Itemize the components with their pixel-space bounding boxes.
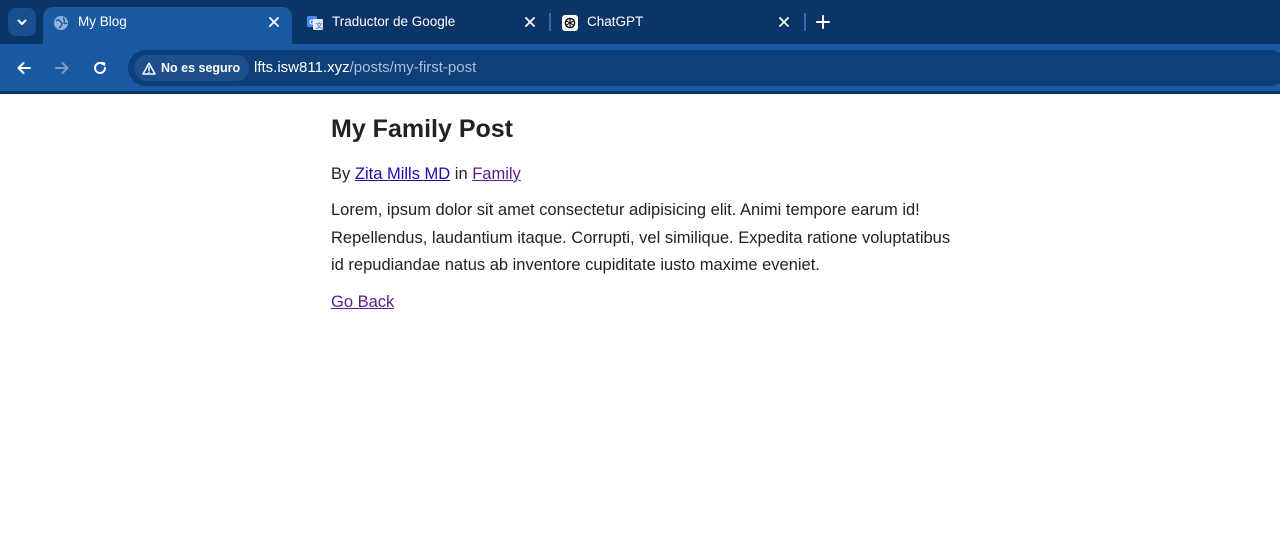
chatgpt-icon <box>562 15 578 31</box>
plus-icon <box>816 15 830 29</box>
toolbar-divider <box>0 91 1280 94</box>
close-tab-button[interactable] <box>776 14 792 30</box>
post-byline: By Zita Mills MD in Family <box>331 163 971 185</box>
svg-text:G: G <box>309 20 315 27</box>
reload-icon <box>94 61 106 74</box>
category-link[interactable]: Family <box>472 165 521 183</box>
close-tab-button[interactable] <box>266 14 282 30</box>
new-tab-button[interactable] <box>813 12 833 32</box>
tab-chatgpt[interactable]: ChatGPT <box>552 7 801 44</box>
tab-search-button[interactable] <box>8 8 36 36</box>
post-body: Lorem, ipsum dolor sit amet consectetur … <box>331 201 951 274</box>
tab-traductor-de-google[interactable]: G 文 Traductor de Google <box>297 7 546 44</box>
tab-title: ChatGPT <box>587 14 644 29</box>
tab-separator <box>804 13 806 31</box>
go-back-container: Go Back <box>331 291 971 313</box>
reload-button[interactable] <box>89 57 111 79</box>
browser-toolbar: No es seguro lfts.isw811.xyz/posts/my-fi… <box>0 44 1280 93</box>
by-label: By <box>331 165 351 183</box>
security-indicator[interactable]: No es seguro <box>134 55 250 81</box>
post-content: My Family Post By Zita Mills MD in Famil… <box>331 112 971 313</box>
url-path: /posts/my-first-post <box>349 59 477 76</box>
arrow-left-icon <box>17 62 31 74</box>
close-icon <box>779 17 789 27</box>
tab-strip: My Blog G 文 Traductor de Google ChatGPT <box>0 0 1280 44</box>
arrow-right-icon <box>55 62 69 74</box>
go-back-link[interactable]: Go Back <box>331 293 394 311</box>
globe-icon <box>54 16 68 30</box>
url-text[interactable]: lfts.isw811.xyz/posts/my-first-post <box>254 59 476 76</box>
close-tab-button[interactable] <box>522 14 538 30</box>
svg-text:文: 文 <box>316 21 323 30</box>
tab-title: My Blog <box>78 14 127 29</box>
back-button[interactable] <box>13 57 35 79</box>
address-bar[interactable]: No es seguro lfts.isw811.xyz/posts/my-fi… <box>128 50 1280 86</box>
forward-button[interactable] <box>51 57 73 79</box>
warning-icon <box>142 61 156 75</box>
author-link[interactable]: Zita Mills MD <box>355 165 450 183</box>
chevron-down-icon <box>17 19 27 25</box>
in-label: in <box>454 165 468 183</box>
tab-separator <box>549 13 551 31</box>
tab-title: Traductor de Google <box>332 14 456 29</box>
close-icon <box>525 17 535 27</box>
security-label: No es seguro <box>161 61 241 75</box>
close-icon <box>269 17 279 27</box>
tab-my-blog[interactable]: My Blog <box>43 7 292 44</box>
url-host: lfts.isw811.xyz <box>254 59 350 76</box>
post-title: My Family Post <box>331 115 513 143</box>
google-translate-icon: G 文 <box>307 16 323 30</box>
